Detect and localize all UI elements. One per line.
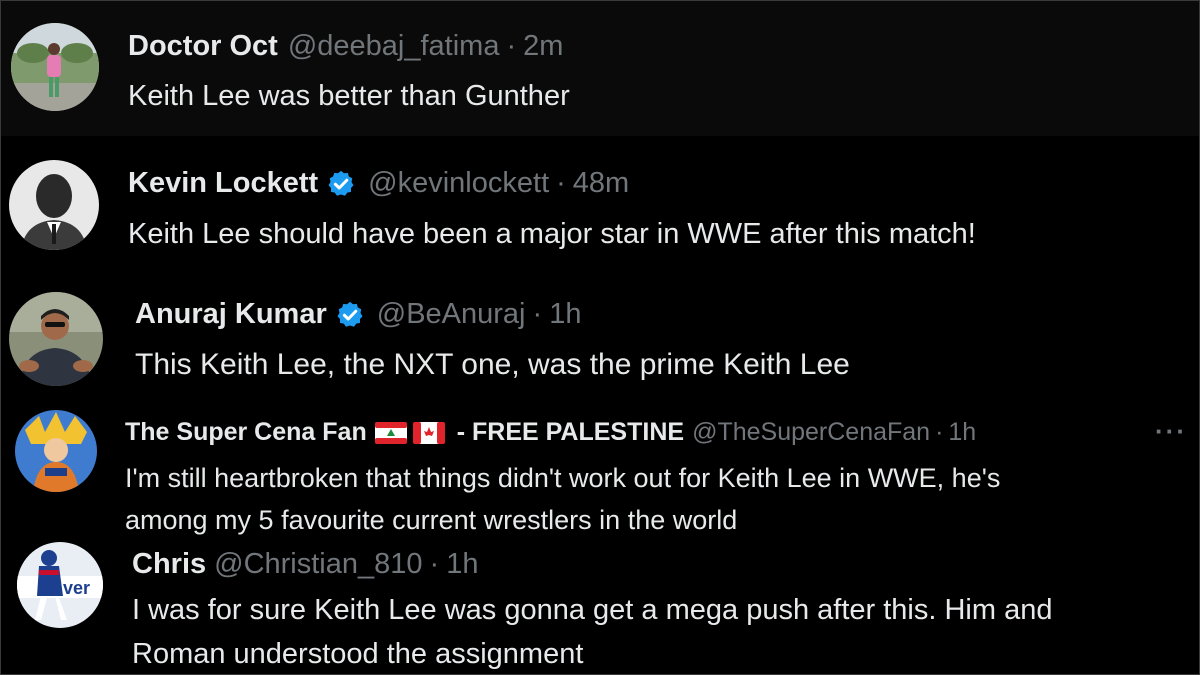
profile-photo-avatar-icon	[15, 410, 97, 492]
profile-photo-avatar-icon	[9, 292, 103, 386]
post-text: Keith Lee should have been a major star …	[128, 218, 976, 250]
separator-dot: ·	[429, 548, 440, 580]
post-timestamp[interactable]: 2m	[523, 30, 563, 63]
post-timestamp[interactable]: 1h	[948, 418, 976, 447]
canada-flag-icon	[412, 421, 445, 444]
display-name-start[interactable]: The Super Cena Fan	[125, 418, 367, 447]
post-timestamp[interactable]: 1h	[549, 298, 581, 331]
user-handle[interactable]: @BeAnuraj	[377, 298, 526, 331]
separator-dot: ·	[506, 30, 517, 62]
post-header: Chris @Christian_810 · 1h	[132, 548, 478, 581]
verified-badge-icon	[326, 169, 356, 199]
user-handle[interactable]: @deebaj_fatima	[288, 30, 500, 63]
display-name[interactable]: Chris	[132, 548, 206, 581]
post-header: Kevin Lockett @kevinlockett · 48m	[128, 167, 629, 200]
user-handle[interactable]: @TheSuperCenaFan	[692, 418, 930, 447]
post-timestamp[interactable]: 48m	[573, 167, 629, 200]
display-name[interactable]: Doctor Oct	[128, 30, 278, 63]
post-text-line-1: I'm still heartbroken that things didn't…	[125, 463, 1001, 493]
verified-badge-icon	[335, 300, 365, 330]
separator-dot: ·	[935, 418, 944, 446]
user-handle[interactable]: @Christian_810	[214, 548, 422, 581]
separator-dot: ·	[556, 167, 566, 199]
post-text-line-1: I was for sure Keith Lee was gonna get a…	[132, 594, 1053, 626]
post-header: Doctor Oct @deebaj_fatima · 2m	[128, 30, 563, 63]
avatar[interactable]	[9, 160, 99, 250]
avatar[interactable]	[15, 410, 97, 492]
avatar[interactable]	[11, 23, 99, 111]
post-chris[interactable]: ver Chris @Christian_810 · 1h I was for …	[1, 536, 1199, 674]
post-text-line-2: Roman understood the assignment	[132, 638, 584, 670]
post-anuraj-kumar[interactable]: Anuraj Kumar @BeAnuraj · 1h This Keith L…	[1, 276, 1199, 401]
profile-photo-avatar-icon: ver	[17, 542, 103, 628]
reply-thread-screenshot: Doctor Oct @deebaj_fatima · 2m Keith Lee…	[0, 0, 1200, 675]
post-doctor-oct[interactable]: Doctor Oct @deebaj_fatima · 2m Keith Lee…	[1, 1, 1199, 136]
svg-text:ver: ver	[63, 578, 90, 598]
profile-photo-avatar-icon	[9, 160, 99, 250]
post-header: Anuraj Kumar @BeAnuraj · 1h	[135, 298, 581, 331]
avatar[interactable]	[9, 292, 103, 386]
lebanon-flag-icon	[374, 421, 407, 444]
post-the-super-cena-fan[interactable]: The Super Cena Fan - FREE PALESTINE @The…	[1, 401, 1199, 536]
profile-photo-avatar-icon	[11, 23, 99, 111]
display-name[interactable]: Kevin Lockett	[128, 167, 318, 200]
display-name[interactable]: Anuraj Kumar	[135, 298, 327, 331]
post-text: This Keith Lee, the NXT one, was the pri…	[135, 348, 850, 381]
user-handle[interactable]: @kevinlockett	[368, 167, 549, 200]
more-options-button[interactable]: ···	[1155, 416, 1187, 447]
post-text: Keith Lee was better than Gunther	[128, 80, 570, 112]
post-kevin-lockett[interactable]: Kevin Lockett @kevinlockett · 48m Keith …	[1, 136, 1199, 276]
display-name-end[interactable]: - FREE PALESTINE	[457, 418, 684, 447]
avatar[interactable]: ver	[17, 542, 103, 628]
post-header: The Super Cena Fan - FREE PALESTINE @The…	[125, 418, 976, 447]
separator-dot: ·	[532, 298, 543, 330]
post-text-line-2: among my 5 favourite current wrestlers i…	[125, 505, 738, 535]
post-timestamp[interactable]: 1h	[446, 548, 478, 581]
